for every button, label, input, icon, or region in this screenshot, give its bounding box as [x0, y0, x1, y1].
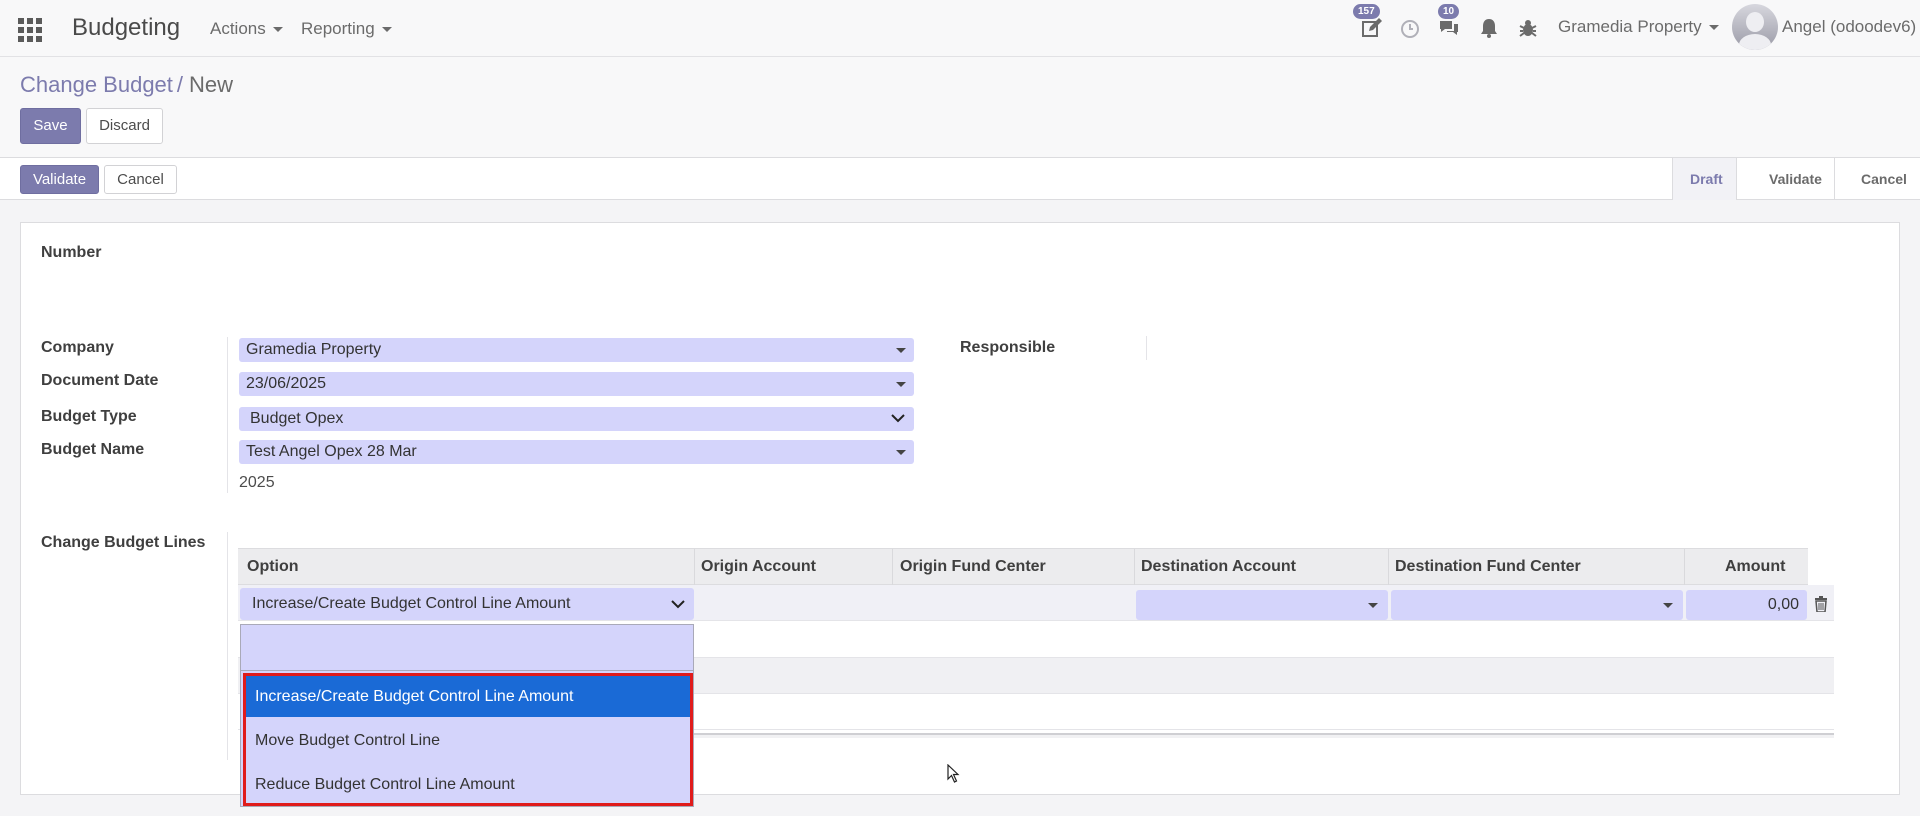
company-field[interactable]: Gramedia Property — [239, 338, 914, 362]
save-button[interactable]: Save — [20, 108, 81, 144]
label-divider — [227, 337, 228, 493]
budget-name-label: Budget Name — [41, 441, 145, 458]
budget-name-value: Test Angel Opex 28 Mar — [246, 443, 417, 460]
user-menu[interactable]: Angel (odoodev6) — [1782, 17, 1916, 37]
dropdown-option-increase[interactable]: Increase/Create Budget Control Line Amou… — [246, 676, 690, 717]
number-label: Number — [41, 244, 102, 261]
dropdown-option-move[interactable]: Move Budget Control Line — [246, 720, 690, 761]
lines-table-header: Option Origin Account Origin Fund Center… — [238, 548, 1808, 585]
responsible-label: Responsible — [960, 339, 1056, 356]
dropdown-caret-icon — [896, 348, 906, 353]
dropdown-caret-icon — [1368, 603, 1378, 608]
form-statusbar: Validate Cancel Draft Validate Cancel — [0, 158, 1920, 200]
column-separator — [1684, 549, 1685, 585]
status-steps: Draft Validate Cancel — [1672, 158, 1920, 200]
control-panel: Change Budget / New Save Discard — [0, 57, 1920, 158]
dropdown-caret-icon — [896, 450, 906, 455]
dropdown-caret-icon — [896, 382, 906, 387]
dropdown-caret-icon — [1663, 603, 1673, 608]
company-switcher-label: Gramedia Property — [1558, 17, 1702, 36]
menu-reporting-label: Reporting — [301, 19, 375, 38]
budget-type-value: Budget Opex — [250, 410, 344, 427]
menu-actions-label: Actions — [210, 19, 266, 38]
destination-account-field[interactable] — [1136, 590, 1388, 620]
col-origin-fund-center[interactable]: Origin Fund Center — [900, 558, 1046, 576]
debug-bug-icon[interactable] — [1516, 16, 1540, 40]
company-label: Company — [41, 339, 114, 356]
menu-actions[interactable]: Actions — [210, 19, 283, 39]
company-switcher[interactable]: Gramedia Property — [1558, 17, 1719, 37]
clock-icon[interactable] — [1398, 16, 1422, 40]
chat-icon[interactable] — [1437, 16, 1461, 40]
status-step-cancel[interactable]: Cancel — [1834, 158, 1920, 200]
messages-badge: 10 — [1438, 4, 1460, 19]
breadcrumb-parent[interactable]: Change Budget — [20, 72, 173, 97]
budget-type-label: Budget Type — [41, 408, 137, 425]
menu-reporting[interactable]: Reporting — [301, 19, 392, 39]
chevron-down-icon — [891, 414, 905, 423]
table-horizontal-scrollbar[interactable] — [690, 733, 1834, 738]
status-step-draft[interactable]: Draft — [1672, 158, 1736, 200]
column-separator — [1388, 549, 1389, 585]
col-origin-account[interactable]: Origin Account — [701, 558, 816, 576]
company-value: Gramedia Property — [246, 341, 382, 358]
document-date-value: 23/06/2025 — [246, 375, 327, 392]
destination-fund-center-field[interactable] — [1391, 590, 1683, 620]
lines-divider — [227, 532, 228, 760]
chevron-down-icon — [671, 600, 685, 609]
col-destination-account[interactable]: Destination Account — [1141, 558, 1296, 576]
change-budget-lines-label: Change Budget Lines — [41, 534, 206, 551]
option-dropdown-menu: Increase/Create Budget Control Line Amou… — [240, 624, 694, 807]
trash-icon[interactable] — [1814, 596, 1828, 612]
option-select[interactable]: Increase/Create Budget Control Line Amou… — [240, 588, 694, 620]
cancel-button[interactable]: Cancel — [104, 165, 177, 194]
activity-edit-icon[interactable] — [1360, 16, 1384, 40]
caret-down-icon — [272, 27, 283, 33]
discard-button[interactable]: Discard — [86, 108, 163, 144]
document-date-label: Document Date — [41, 372, 159, 389]
column-separator — [892, 549, 893, 585]
top-navbar: Budgeting Actions Reporting 157 10 Grame… — [0, 0, 1920, 57]
column-separator — [1134, 549, 1135, 585]
document-date-field[interactable]: 23/06/2025 — [239, 372, 914, 396]
caret-down-icon — [1708, 25, 1719, 31]
column-separator — [694, 549, 695, 585]
amount-input[interactable]: 0,00 — [1686, 590, 1807, 620]
breadcrumb: Change Budget / New — [20, 72, 233, 98]
caret-down-icon — [381, 27, 392, 33]
budget-type-select[interactable]: Budget Opex — [239, 407, 914, 431]
status-step-validate[interactable]: Validate — [1736, 158, 1834, 200]
dropdown-search-input[interactable] — [241, 625, 693, 671]
breadcrumb-current: New — [189, 72, 234, 97]
activity-badge: 157 — [1353, 4, 1380, 19]
validate-button[interactable]: Validate — [20, 165, 99, 194]
avatar[interactable] — [1732, 4, 1778, 50]
apps-menu-icon[interactable] — [18, 18, 42, 42]
budget-name-field[interactable]: Test Angel Opex 28 Mar — [239, 440, 914, 464]
breadcrumb-separator: / — [176, 72, 184, 97]
col-option[interactable]: Option — [247, 558, 299, 576]
bell-icon[interactable] — [1477, 16, 1501, 40]
responsible-divider — [1146, 336, 1147, 360]
mouse-pointer-icon — [947, 764, 960, 783]
option-select-value: Increase/Create Budget Control Line Amou… — [252, 595, 571, 612]
col-destination-fund-center[interactable]: Destination Fund Center — [1395, 558, 1581, 576]
dropdown-option-reduce[interactable]: Reduce Budget Control Line Amount — [246, 764, 690, 805]
budget-year-value: 2025 — [239, 474, 275, 491]
col-amount[interactable]: Amount — [1725, 558, 1785, 576]
dropdown-options-list: Increase/Create Budget Control Line Amou… — [243, 673, 693, 806]
app-title: Budgeting — [72, 14, 181, 41]
